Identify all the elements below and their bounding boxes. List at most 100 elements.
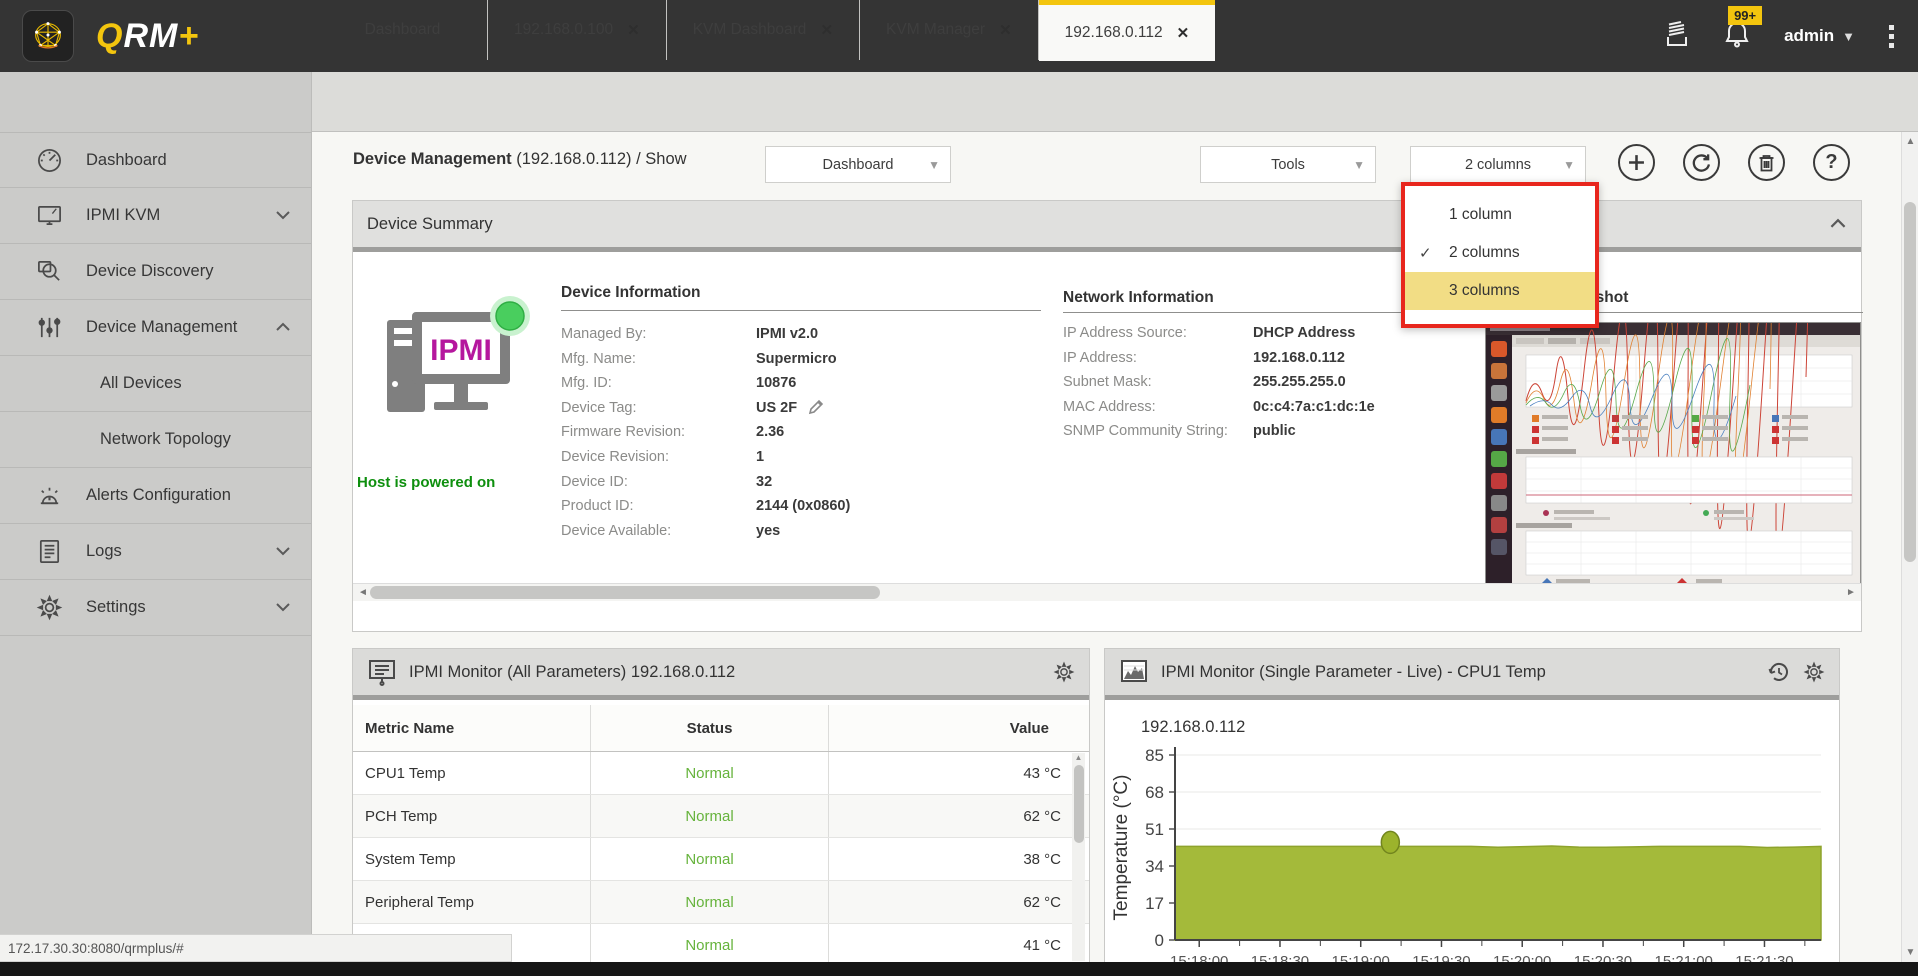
sidebar-item-device-discovery[interactable]: Device Discovery xyxy=(0,244,311,300)
collapse-panel-icon[interactable] xyxy=(1829,215,1847,234)
table-row[interactable]: PCH Temp Normal 62 °C xyxy=(353,795,1089,838)
user-menu[interactable]: admin ▼ xyxy=(1784,26,1855,46)
scroll-left-icon[interactable]: ◄ xyxy=(355,586,371,600)
task-queue-icon[interactable] xyxy=(1664,20,1690,53)
sidebar-item-device-management[interactable]: Device Management xyxy=(0,300,311,356)
notifications-bell-icon[interactable]: 99+ xyxy=(1724,5,1763,53)
table-panel-header[interactable]: IPMI Monitor (All Parameters) 192.168.0.… xyxy=(353,649,1089,700)
svg-text:51: 51 xyxy=(1145,820,1164,839)
table-row[interactable]: Peripheral Temp Normal 62 °C xyxy=(353,881,1089,924)
app-logo-icon[interactable] xyxy=(22,10,74,62)
device-screenshot-thumbnail[interactable] xyxy=(1485,322,1861,590)
info-label: Device Available: xyxy=(561,522,672,539)
select-caret-icon: ▼ xyxy=(928,157,940,172)
close-tab-icon[interactable]: ✕ xyxy=(999,21,1012,39)
info-value: IPMI v2.0 xyxy=(756,326,819,342)
help-button[interactable]: ? xyxy=(1813,144,1850,181)
network-info-heading: Network Information xyxy=(1063,289,1214,306)
info-label: Product ID: xyxy=(561,498,634,515)
device-summary-panel: Device Summary IPMI Host is powered on D… xyxy=(352,200,1863,632)
overflow-menu-icon[interactable] xyxy=(1889,24,1894,48)
chevron-up-icon xyxy=(275,318,291,337)
value-cell: 43 °C xyxy=(1023,764,1061,782)
bottom-black-bar xyxy=(0,962,1918,976)
status-cell: Normal xyxy=(591,752,829,794)
close-tab-icon[interactable]: ✕ xyxy=(820,21,833,39)
info-value: public xyxy=(1253,423,1296,440)
add-widget-button[interactable] xyxy=(1618,144,1655,181)
device-summary-hscrollbar[interactable]: ◄ ► xyxy=(353,583,1861,601)
metric-name-cell: PCH Temp xyxy=(353,795,591,837)
sidebar-item-settings[interactable]: Settings xyxy=(0,580,311,636)
metric-name-cell: Peripheral Temp xyxy=(353,881,591,923)
metric-name-cell: CPU1 Temp xyxy=(353,752,591,794)
live-chart-panel: IPMI Monitor (Single Parameter - Live) -… xyxy=(1104,648,1840,976)
columns-select[interactable]: 2 columns ▼ xyxy=(1410,146,1586,183)
sidebar-item-dashboard[interactable]: Dashboard xyxy=(0,132,311,188)
tab-192-168-0-100[interactable]: 192.168.0.100 ✕ xyxy=(488,0,667,60)
close-tab-icon[interactable]: ✕ xyxy=(627,21,640,39)
scroll-up-icon[interactable]: ▲ xyxy=(1902,136,1918,147)
sliders-icon xyxy=(34,314,64,341)
value-cell: 62 °C xyxy=(1023,893,1061,911)
info-label: Subnet Mask: xyxy=(1063,374,1152,391)
gauge-icon xyxy=(34,147,64,174)
table-row[interactable]: CPU1 Temp Normal 43 °C xyxy=(353,752,1089,795)
gear-icon[interactable] xyxy=(1053,661,1075,683)
tab-kvm-manager[interactable]: KVM Manager ✕ xyxy=(860,0,1039,60)
info-label: Firmware Revision: xyxy=(561,424,686,441)
view-select[interactable]: Dashboard ▼ xyxy=(765,146,951,183)
network-globe-icon xyxy=(35,22,61,49)
table-row[interactable]: System Temp Normal 38 °C xyxy=(353,838,1089,881)
sidebar-item-alerts-configuration[interactable]: Alerts Configuration xyxy=(0,468,311,524)
info-value: 2144 (0x0860) xyxy=(756,498,851,515)
alarm-beacon-icon xyxy=(34,482,64,509)
value-cell: 62 °C xyxy=(1023,807,1061,825)
close-tab-icon[interactable]: ✕ xyxy=(1177,24,1190,42)
tab-kvm-dashboard[interactable]: KVM Dashboard ✕ xyxy=(667,0,861,60)
hscrollbar-thumb[interactable] xyxy=(370,586,880,599)
page-vscrollbar[interactable]: ▲ ▼ xyxy=(1901,132,1918,962)
select-caret-icon: ▼ xyxy=(1353,157,1365,172)
sidebar-item-network-topology[interactable]: Network Topology xyxy=(0,412,311,468)
menu-item-2-columns[interactable]: ✓ 2 columns xyxy=(1405,234,1595,272)
table-vscrollbar[interactable]: ▲ xyxy=(1072,753,1085,961)
info-value: yes xyxy=(756,522,781,539)
ipmi-figure-label: IPMI xyxy=(430,334,492,367)
ipmi-monitor-table-panel: IPMI Monitor (All Parameters) 192.168.0.… xyxy=(352,648,1090,976)
tab-192-168-0-112-active[interactable]: 192.168.0.112 ✕ xyxy=(1038,0,1216,61)
table-scroll-thumb[interactable] xyxy=(1073,765,1084,843)
ipmi-device-figure: IPMI xyxy=(377,292,537,447)
check-icon: ✓ xyxy=(1419,245,1432,262)
panel-title: IPMI Monitor (Single Parameter - Live) -… xyxy=(1161,662,1546,681)
tab-dashboard[interactable]: Dashboard xyxy=(318,0,488,60)
device-info-heading: Device Information xyxy=(561,284,701,301)
search-devices-icon xyxy=(34,258,64,285)
panel-title: IPMI Monitor (All Parameters) 192.168.0.… xyxy=(409,662,736,681)
info-label: SNMP Community String: xyxy=(1063,423,1228,440)
menu-item-1-column[interactable]: 1 column xyxy=(1405,196,1595,234)
edit-icon[interactable] xyxy=(808,399,824,415)
chart-panel-header[interactable]: IPMI Monitor (Single Parameter - Live) -… xyxy=(1105,649,1839,700)
device-summary-header[interactable]: Device Summary xyxy=(353,201,1861,252)
info-label: Mfg. ID: xyxy=(561,375,612,392)
gear-icon[interactable] xyxy=(1803,661,1825,683)
tools-select[interactable]: Tools ▼ xyxy=(1200,146,1376,183)
sidebar-item-all-devices[interactable]: All Devices xyxy=(0,356,311,412)
scroll-right-icon[interactable]: ► xyxy=(1843,586,1859,600)
page-scroll-thumb[interactable] xyxy=(1904,202,1916,562)
sidebar-item-ipmi-kvm[interactable]: IPMI KVM xyxy=(0,188,311,244)
scroll-down-icon[interactable]: ▼ xyxy=(1902,947,1918,958)
delete-button[interactable] xyxy=(1748,144,1785,181)
sidebar-item-logs[interactable]: Logs xyxy=(0,524,311,580)
refresh-button[interactable] xyxy=(1683,144,1720,181)
scroll-up-icon[interactable]: ▲ xyxy=(1072,753,1085,762)
info-value: DHCP Address xyxy=(1253,325,1356,341)
info-value: Supermicro xyxy=(756,350,837,367)
power-on-indicator xyxy=(495,301,525,331)
menu-item-3-columns[interactable]: 3 columns xyxy=(1405,272,1595,310)
history-clock-icon[interactable] xyxy=(1767,660,1791,684)
status-cell: Normal xyxy=(591,838,829,880)
svg-text:34: 34 xyxy=(1145,857,1164,876)
status-url-tooltip: 172.17.30.30:8080/qrmplus/# xyxy=(0,934,512,962)
